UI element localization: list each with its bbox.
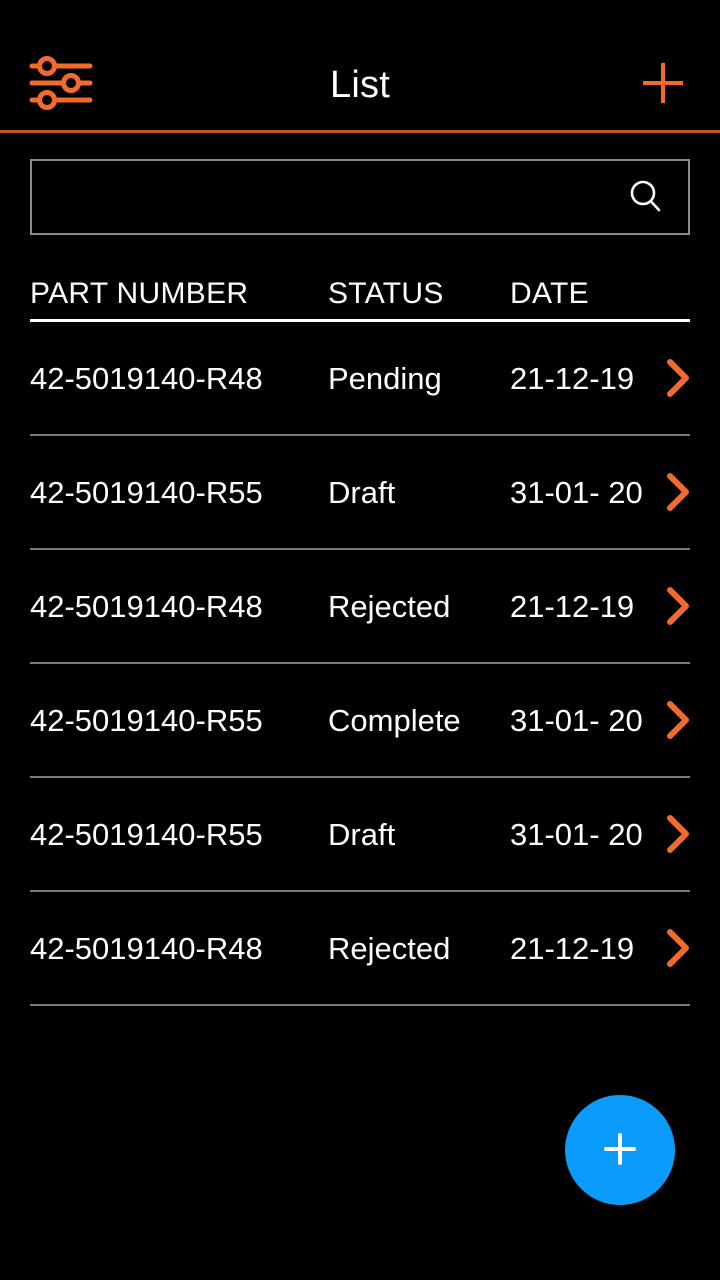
cell-part-number: 42-5019140-R55 bbox=[30, 702, 263, 738]
table-header-row: PART NUMBER STATUS DATE bbox=[30, 265, 690, 309]
search-section bbox=[0, 133, 720, 235]
cell-status: Pending bbox=[328, 360, 442, 396]
cell-part-number: 42-5019140-R55 bbox=[30, 816, 263, 852]
status-bar bbox=[0, 0, 720, 40]
cell-date: 31-01- 20 bbox=[510, 816, 643, 852]
column-header-part-number: PART NUMBER bbox=[30, 277, 249, 310]
search-icon[interactable] bbox=[624, 175, 668, 219]
column-header-status: STATUS bbox=[328, 277, 444, 310]
table-row[interactable]: 42-5019140-R48 Rejected 21-12-19 bbox=[30, 892, 690, 1004]
chevron-right-icon[interactable] bbox=[658, 469, 698, 515]
chevron-right-icon[interactable] bbox=[658, 697, 698, 743]
chevron-right-icon[interactable] bbox=[658, 925, 698, 971]
row-open-button[interactable] bbox=[658, 925, 700, 971]
row-open-button[interactable] bbox=[658, 469, 700, 515]
table-row[interactable]: 42-5019140-R55 Complete 31-01- 20 bbox=[30, 664, 690, 776]
cell-part-number: 42-5019140-R48 bbox=[30, 360, 263, 396]
row-open-button[interactable] bbox=[658, 811, 700, 857]
cell-part-number: 42-5019140-R48 bbox=[30, 588, 263, 624]
sliders-filter-icon bbox=[28, 55, 94, 116]
table-row[interactable]: 42-5019140-R55 Draft 31-01- 20 bbox=[30, 436, 690, 548]
cell-date: 21-12-19 bbox=[510, 360, 635, 396]
parts-table: PART NUMBER STATUS DATE 42-5019140-R48 P… bbox=[0, 265, 720, 1006]
cell-status: Rejected bbox=[328, 588, 451, 624]
search-input[interactable] bbox=[32, 161, 688, 233]
row-divider bbox=[30, 1004, 690, 1006]
plus-icon bbox=[637, 57, 689, 114]
table-row[interactable]: 42-5019140-R55 Draft 31-01- 20 bbox=[30, 778, 690, 890]
cell-date: 21-12-19 bbox=[510, 930, 635, 966]
chevron-right-icon[interactable] bbox=[658, 811, 698, 857]
cell-status: Draft bbox=[328, 474, 396, 510]
table-row[interactable]: 42-5019140-R48 Rejected 21-12-19 bbox=[30, 550, 690, 662]
cell-status: Complete bbox=[328, 702, 461, 738]
cell-status: Draft bbox=[328, 816, 396, 852]
cell-date: 31-01- 20 bbox=[510, 474, 643, 510]
search-box[interactable] bbox=[30, 159, 690, 235]
cell-date: 31-01- 20 bbox=[510, 702, 643, 738]
plus-icon bbox=[595, 1124, 645, 1177]
add-button-header[interactable] bbox=[634, 56, 692, 114]
add-fab-button[interactable] bbox=[565, 1095, 675, 1205]
row-open-button[interactable] bbox=[658, 697, 700, 743]
cell-part-number: 42-5019140-R48 bbox=[30, 930, 263, 966]
cell-part-number: 42-5019140-R55 bbox=[30, 474, 263, 510]
row-open-button[interactable] bbox=[658, 583, 700, 629]
table-row[interactable]: 42-5019140-R48 Pending 21-12-19 bbox=[30, 322, 690, 434]
chevron-right-icon[interactable] bbox=[658, 355, 698, 401]
page-title: List bbox=[330, 64, 390, 106]
app-bar: List bbox=[0, 40, 720, 130]
column-header-date: DATE bbox=[510, 277, 589, 310]
filter-button[interactable] bbox=[28, 55, 100, 115]
chevron-right-icon[interactable] bbox=[658, 583, 698, 629]
cell-date: 21-12-19 bbox=[510, 588, 635, 624]
row-open-button[interactable] bbox=[658, 355, 700, 401]
cell-status: Rejected bbox=[328, 930, 451, 966]
